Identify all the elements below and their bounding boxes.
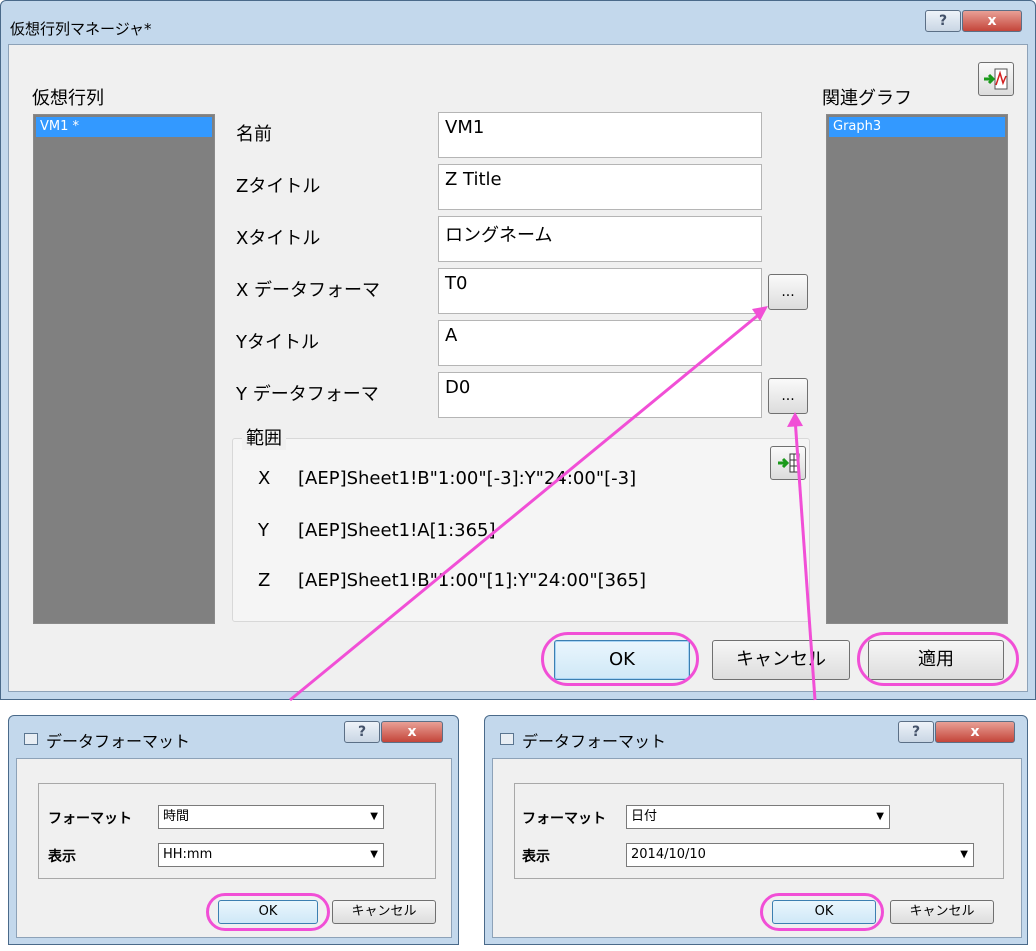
- window-title: 仮想行列マネージャ*: [10, 20, 152, 38]
- right-display-select[interactable]: 2014/10/10 ▼: [626, 843, 974, 867]
- right-display-value: 2014/10/10: [631, 847, 706, 862]
- graphs-list[interactable]: Graph3: [826, 114, 1008, 624]
- graph-icon: [984, 68, 1008, 90]
- ytitle-field[interactable]: A: [438, 320, 762, 366]
- show-graph-button[interactable]: [978, 62, 1014, 96]
- right-close-button[interactable]: x: [935, 721, 1015, 743]
- right-format-select[interactable]: 日付 ▼: [626, 805, 890, 829]
- right-display-label: 表示: [522, 849, 550, 865]
- xtitle-label: Xタイトル: [236, 228, 321, 249]
- right-format-value: 日付: [631, 809, 658, 824]
- left-display-label: 表示: [48, 849, 76, 865]
- apply-highlight: [857, 632, 1019, 686]
- chevron-down-icon: ▼: [370, 811, 378, 822]
- chevron-down-icon: ▼: [960, 849, 968, 860]
- left-format-value: 時間: [163, 809, 190, 824]
- dialog-app-icon: [24, 733, 38, 745]
- close-button[interactable]: x: [962, 10, 1022, 32]
- ytitle-label: Yタイトル: [236, 332, 319, 353]
- range-label: 範囲: [242, 424, 286, 450]
- matrix-item[interactable]: VM1 *: [36, 117, 212, 137]
- chevron-down-icon: ▼: [876, 811, 884, 822]
- left-ok-highlight: [206, 893, 330, 931]
- cancel-button[interactable]: キャンセル: [712, 640, 850, 680]
- dialog-app-icon: [500, 733, 514, 745]
- yformat-browse-button[interactable]: ...: [768, 378, 808, 414]
- range-z-axis: Z: [258, 570, 271, 591]
- ztitle-label: Zタイトル: [236, 176, 321, 197]
- graphs-label: 関連グラフ: [822, 88, 912, 109]
- left-format-label: フォーマット: [48, 811, 132, 827]
- left-display-value: HH:mm: [163, 847, 213, 862]
- right-format-label: フォーマット: [522, 811, 606, 827]
- name-label: 名前: [236, 124, 272, 145]
- ok-highlight: [541, 632, 699, 686]
- left-help-button[interactable]: ?: [344, 721, 380, 743]
- yformat-label: Y データフォーマ: [236, 384, 379, 405]
- select-range-icon: [778, 453, 800, 473]
- right-ok-highlight: [760, 893, 884, 931]
- range-z-value: [AEP]Sheet1!B"1:00"[1]:Y"24:00"[365]: [298, 570, 647, 591]
- xtitle-field[interactable]: ロングネーム: [438, 216, 762, 262]
- range-y-axis: Y: [258, 520, 269, 541]
- range-x-axis: X: [258, 468, 271, 489]
- left-close-button[interactable]: x: [381, 721, 443, 743]
- left-cancel-button[interactable]: キャンセル: [332, 900, 436, 924]
- range-x-value: [AEP]Sheet1!B"1:00"[-3]:Y"24:00"[-3]: [298, 468, 637, 489]
- matrices-label: 仮想行列: [32, 88, 104, 109]
- help-button[interactable]: ?: [925, 10, 961, 32]
- right-help-button[interactable]: ?: [898, 721, 934, 743]
- chevron-down-icon: ▼: [370, 849, 378, 860]
- range-y-value: [AEP]Sheet1!A[1:365]: [298, 520, 496, 541]
- matrices-list[interactable]: VM1 *: [33, 114, 215, 624]
- left-display-select[interactable]: HH:mm ▼: [158, 843, 384, 867]
- graph-item[interactable]: Graph3: [829, 117, 1005, 137]
- right-dialog-title: データフォーマット: [522, 732, 667, 751]
- ztitle-field[interactable]: Z Title: [438, 164, 762, 210]
- left-dialog-title: データフォーマット: [46, 732, 191, 751]
- xformat-field[interactable]: T0: [438, 268, 762, 314]
- select-range-button[interactable]: [770, 446, 806, 480]
- yformat-field[interactable]: D0: [438, 372, 762, 418]
- right-cancel-button[interactable]: キャンセル: [890, 900, 994, 924]
- left-format-select[interactable]: 時間 ▼: [158, 805, 384, 829]
- xformat-label: X データフォーマ: [236, 280, 381, 301]
- xformat-browse-button[interactable]: ...: [768, 274, 808, 310]
- name-field[interactable]: VM1: [438, 112, 762, 158]
